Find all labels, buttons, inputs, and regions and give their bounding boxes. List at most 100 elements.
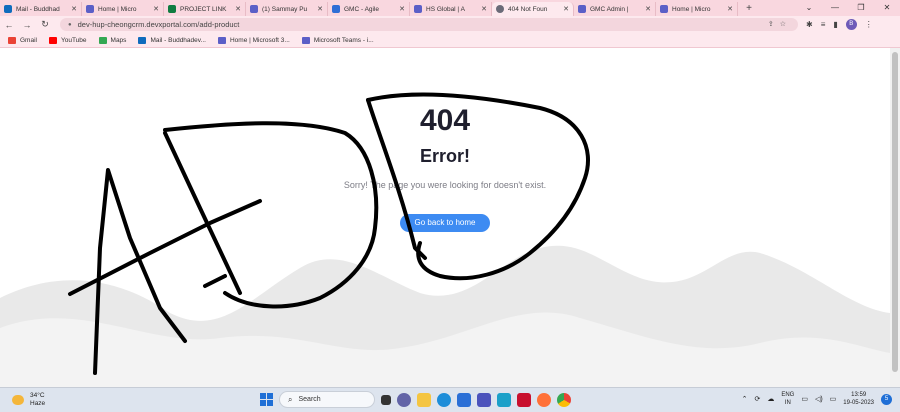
reload-icon[interactable]: ↻ [36,19,54,30]
system-tray: ⌃ ⟳ ☁ ENG IN ▭ ◁) ▭ 13:59 19-05-2023 5 [742,391,892,407]
lock-icon[interactable]: ● [68,22,72,28]
tab[interactable]: Home | Micro ✕ [656,2,738,16]
teams-icon[interactable] [477,392,491,407]
tab-title: PROJECT LINK [180,5,227,13]
windows-taskbar: 34°C Haze ⌕ Search ⌃ ⟳ ☁ ENG IN ▭ ◁) ▭ 13… [0,387,900,412]
globe-icon [496,5,504,13]
tab-title: GMC Admin | [590,5,629,13]
close-icon[interactable]: ✕ [71,5,77,13]
windows-start-icon[interactable] [260,393,273,406]
date: 19-05-2023 [843,400,874,406]
close-icon[interactable]: ✕ [317,5,323,13]
extensions-icon[interactable]: ✱ [806,20,813,29]
page-scrollbar[interactable] [890,48,900,387]
tab[interactable]: GMC - Agile ✕ [328,2,410,16]
tab[interactable]: PROJECT LINK ✕ [164,2,246,16]
clock[interactable]: 13:59 19-05-2023 [843,391,874,407]
side-panel-icon[interactable]: ▮ [833,20,837,29]
tab-title: HS Global | A [426,5,465,13]
close-icon[interactable]: ✕ [645,5,651,13]
close-icon[interactable]: ✕ [399,5,405,13]
bookmark-label: YouTube [60,36,87,44]
toolbar-actions: ✱ ≡ ▮ B ⋮ [806,19,873,30]
minimize-icon[interactable]: — [822,0,848,16]
teams-chat-icon[interactable] [397,392,411,407]
bookmark-youtube[interactable]: YouTube [48,36,87,44]
address-bar[interactable]: ● dev-hup-cheongcrm.devxportal.com/add-p… [60,18,798,31]
error-code: 404 [419,104,471,137]
bookmark-maps[interactable]: Maps [98,36,126,44]
close-icon[interactable]: ✕ [563,5,569,13]
maps-icon [98,36,107,44]
cloud-icon[interactable]: ☁ [767,395,774,403]
taskbar-apps: ⌕ Search [260,391,571,408]
youtube-icon [48,36,57,44]
close-icon[interactable]: ✕ [481,5,487,13]
firefox-icon[interactable] [537,392,551,407]
mcafee-icon[interactable] [517,392,531,407]
go-back-home-button[interactable]: Go back to home [400,214,490,232]
gmail-icon [8,36,16,44]
error-message: Sorry! The page you were looking for doe… [343,180,547,190]
profile-avatar[interactable]: B [845,19,857,30]
scrollbar-thumb[interactable] [892,52,898,372]
close-window-icon[interactable]: ✕ [874,0,900,16]
tab-title: Mail - Buddhad [16,5,60,13]
bookmark-microsoft[interactable]: Home | Microsoft 3... [217,36,290,44]
restore-icon[interactable]: ❐ [848,0,874,16]
microsoft-icon [217,36,226,44]
tab[interactable]: (1) Sammay Pu ✕ [246,2,328,16]
display-icon[interactable]: ▭ [801,395,808,403]
share-star-icons[interactable]: ⇪☆ [768,18,792,31]
weather-condition: Haze [30,400,46,407]
sync-icon[interactable]: ⟳ [754,395,760,403]
haze-sun-icon [12,395,24,405]
bookmark-label: Home | Microsoft 3... [229,36,290,44]
microsoft-icon [86,5,94,13]
tab[interactable]: HS Global | A ✕ [410,2,492,16]
tab-title: GMC - Agile [344,5,380,13]
menu-kebab-icon[interactable]: ⋮ [865,20,873,29]
browser-tab-strip: Mail - Buddhad ✕ Home | Micro ✕ PROJECT LI… [0,0,900,16]
store-icon[interactable] [457,392,471,407]
l-app-icon[interactable] [497,392,511,407]
tab[interactable]: Mail - Buddhad ✕ [0,2,82,16]
file-explorer-icon[interactable] [417,392,431,407]
outlook-icon [138,36,147,44]
tab-title: (1) Sammay Pu [262,5,308,13]
bookmark-gmail[interactable]: Gmail [8,36,37,44]
chevron-down-icon[interactable]: ⌄ [796,0,822,16]
volume-icon[interactable]: ◁) [815,395,823,403]
bookmark-teams[interactable]: Microsoft Teams - i... [301,36,374,44]
back-arrow-icon[interactable]: ← [0,20,18,30]
background-hills [0,245,890,387]
close-icon[interactable]: ✕ [727,5,733,13]
tab[interactable]: GMC Admin | ✕ [574,2,656,16]
task-view-icon[interactable] [381,394,391,405]
reading-list-icon[interactable]: ≡ [821,20,826,29]
notification-badge[interactable]: 5 [881,393,892,405]
bookmark-mail[interactable]: Mail - Buddhadev... [138,36,206,44]
taskbar-search[interactable]: ⌕ Search [279,391,375,408]
close-icon[interactable]: ✕ [235,5,241,13]
battery-icon[interactable]: ▭ [830,395,837,403]
forward-arrow-icon[interactable]: → [18,20,36,30]
search-icon: ⌕ [288,394,293,404]
tab[interactable]: Home | Micro ✕ [82,2,164,16]
weather-widget[interactable]: 34°C Haze [12,392,45,408]
new-tab-button[interactable]: + [742,3,756,14]
agile-icon [332,5,340,13]
language-indicator[interactable]: ENG IN [781,391,794,407]
window-controls: ⌄ — ❐ ✕ [796,0,900,16]
tab-active[interactable]: 404 Not Foun ✕ [492,2,574,16]
edge-icon[interactable] [437,392,451,407]
close-icon[interactable]: ✕ [153,5,159,13]
bookmark-label: Mail - Buddhadev... [150,36,206,44]
chevron-up-icon[interactable]: ⌃ [742,395,748,403]
teams-icon [578,5,586,13]
teams-icon [250,5,258,13]
search-label: Search [298,396,321,403]
chrome-icon[interactable] [557,392,571,407]
page-content: 404 Error! Sorry! The page you were look… [0,48,890,387]
tab-title: Home | Micro [672,5,711,13]
